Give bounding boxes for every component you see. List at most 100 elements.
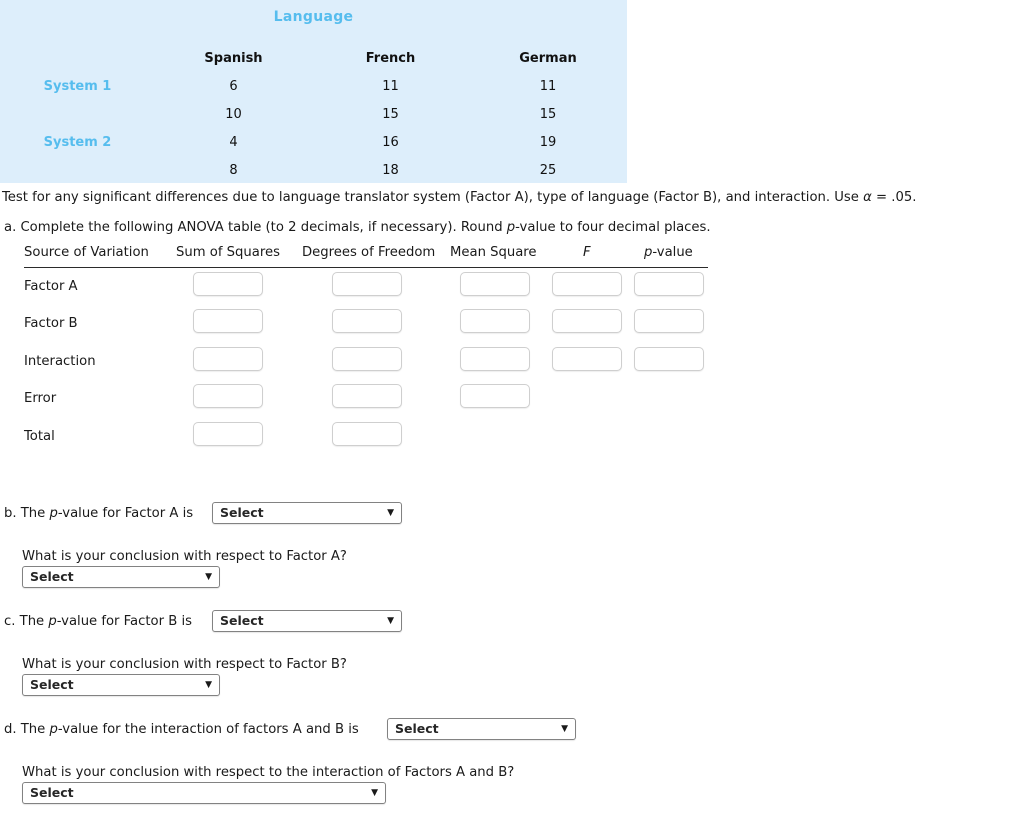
part-b-p-value-select-value: Select xyxy=(220,505,264,520)
anova-header-degrees-of-freedom: Degrees of Freedom xyxy=(302,245,436,260)
part-d-prefix: d. The xyxy=(4,722,50,737)
data-column-header-french: French xyxy=(365,50,416,66)
data-cell: 11 xyxy=(382,78,399,94)
factor-b-mean-square-input[interactable] xyxy=(460,309,530,334)
factor-b-p-value-input[interactable] xyxy=(634,309,704,334)
total-sum-of-squares-input[interactable] xyxy=(193,421,263,446)
part-b-prefix: b. The xyxy=(4,506,50,521)
factor-a-f-input[interactable] xyxy=(552,272,622,296)
anova-row-label-factor-b: Factor B xyxy=(24,316,78,332)
factor-b-degrees-of-freedom-input[interactable] xyxy=(332,309,402,334)
part-b-conclusion-select[interactable]: Select ▼ xyxy=(22,566,220,588)
anova-row-label-error: Error xyxy=(24,391,57,407)
interaction-degrees-of-freedom-input[interactable] xyxy=(332,346,402,371)
data-column-header-german: German xyxy=(519,50,577,66)
chevron-down-icon: ▼ xyxy=(205,680,212,690)
part-c-p-value-select[interactable]: Select ▼ xyxy=(212,610,402,632)
table-row: System 1 6 11 11 xyxy=(0,72,627,100)
data-cell: 25 xyxy=(539,162,557,178)
row-label-system-1: System 1 xyxy=(43,78,112,94)
alpha-symbol: α xyxy=(863,190,872,205)
problem-statement-text: Test for any significant differences due… xyxy=(2,190,864,205)
factor-b-f-input[interactable] xyxy=(552,309,622,334)
chevron-down-icon: ▼ xyxy=(371,788,378,798)
factor-a-p-value-input[interactable] xyxy=(634,272,704,296)
anova-header-source-of-variation: Source of Variation xyxy=(24,245,149,260)
part-c-p-value-select-value: Select xyxy=(220,613,264,628)
data-cell: 11 xyxy=(539,78,557,94)
chevron-down-icon: ▼ xyxy=(387,616,394,626)
factor-a-degrees-of-freedom-input[interactable] xyxy=(332,272,402,296)
data-cell: 8 xyxy=(229,162,238,178)
anova-row-label-total: Total xyxy=(24,428,55,444)
interaction-mean-square-input[interactable] xyxy=(460,346,530,371)
data-cell: 15 xyxy=(382,106,399,122)
part-c-question: c. The p-value for Factor B is xyxy=(4,614,192,629)
part-c-conclusion-select[interactable]: Select ▼ xyxy=(22,674,220,696)
part-d-p-value-select[interactable]: Select ▼ xyxy=(387,718,576,740)
factor-b-sum-of-squares-input[interactable] xyxy=(193,309,263,334)
table-row: Interaction xyxy=(24,343,708,380)
anova-table-body: Factor A Factor B Interaction Error Tota… xyxy=(24,268,708,455)
part-d-suffix: -value for the interaction of factors A … xyxy=(57,722,359,737)
part-b-question: b. The p-value for Factor A is xyxy=(4,506,193,521)
data-cell: 16 xyxy=(382,134,399,150)
error-degrees-of-freedom-input[interactable] xyxy=(332,384,402,409)
chevron-down-icon: ▼ xyxy=(205,572,212,582)
part-b-conclusion-label: What is your conclusion with respect to … xyxy=(22,549,347,564)
data-cell: 15 xyxy=(539,106,557,122)
row-label-blank-1 xyxy=(0,100,155,128)
interaction-sum-of-squares-input[interactable] xyxy=(193,346,263,371)
interaction-p-value-input[interactable] xyxy=(634,346,704,371)
anova-table-header-row: Source of Variation Sum of Squares Degre… xyxy=(24,245,708,268)
total-degrees-of-freedom-input[interactable] xyxy=(332,421,402,446)
factor-a-mean-square-input[interactable] xyxy=(460,272,530,296)
row-label-blank-2 xyxy=(0,156,155,184)
data-table-corner-cell xyxy=(0,44,155,72)
part-c-conclusion-select-value: Select xyxy=(30,677,74,692)
language-data-panel: Language Spanish French German System 1 … xyxy=(0,0,627,183)
part-d-conclusion-select[interactable]: Select ▼ xyxy=(22,782,386,804)
factor-a-sum-of-squares-input[interactable] xyxy=(193,272,263,296)
table-row: Factor A xyxy=(24,268,708,305)
anova-header-p-value: p-value xyxy=(644,245,693,260)
part-c-suffix: -value for Factor B is xyxy=(56,614,193,629)
part-a-text-post: -value to four decimal places. xyxy=(515,220,711,235)
part-b-conclusion-select-value: Select xyxy=(30,569,74,584)
p-italic: p xyxy=(506,220,516,235)
error-sum-of-squares-input[interactable] xyxy=(193,384,263,409)
table-row: Error xyxy=(24,380,708,417)
anova-table: Source of Variation Sum of Squares Degre… xyxy=(24,245,708,455)
table-row: 10 15 15 xyxy=(0,100,627,128)
part-c-conclusion-label: What is your conclusion with respect to … xyxy=(22,657,347,672)
anova-header-f: F xyxy=(583,245,591,260)
interaction-f-input[interactable] xyxy=(552,346,622,371)
data-cell: 10 xyxy=(225,106,242,122)
part-a-text-pre: a. Complete the following ANOVA table (t… xyxy=(4,220,507,235)
problem-statement: Test for any significant differences due… xyxy=(2,190,916,205)
data-table-header-row: Spanish French German xyxy=(0,44,627,72)
row-label-system-2: System 2 xyxy=(43,134,112,150)
part-d-conclusion-label: What is your conclusion with respect to … xyxy=(22,765,515,780)
p-value-suffix: -value xyxy=(652,245,693,260)
data-cell: 18 xyxy=(382,162,399,178)
part-c-prefix: c. The xyxy=(4,614,49,629)
part-b-p-value-select[interactable]: Select ▼ xyxy=(212,502,402,524)
part-d-question: d. The p-value for the interaction of fa… xyxy=(4,722,359,737)
language-data-table: Spanish French German System 1 6 11 11 1… xyxy=(0,44,627,184)
p-italic: p xyxy=(48,614,57,629)
data-column-header-spanish: Spanish xyxy=(204,50,263,66)
error-mean-square-input[interactable] xyxy=(460,384,530,409)
anova-row-label-interaction: Interaction xyxy=(24,353,96,369)
anova-header-mean-square: Mean Square xyxy=(450,245,537,260)
p-italic: p xyxy=(49,506,58,521)
anova-header-sum-of-squares: Sum of Squares xyxy=(176,245,280,260)
table-row: Factor B xyxy=(24,305,708,342)
table-row: Total xyxy=(24,418,708,455)
part-a-instruction: a. Complete the following ANOVA table (t… xyxy=(4,220,711,235)
data-cell: 6 xyxy=(229,78,238,94)
data-cell: 4 xyxy=(229,134,238,150)
data-panel-title: Language xyxy=(273,9,354,25)
p-italic: p xyxy=(49,722,58,737)
table-row: System 2 4 16 19 xyxy=(0,128,627,156)
